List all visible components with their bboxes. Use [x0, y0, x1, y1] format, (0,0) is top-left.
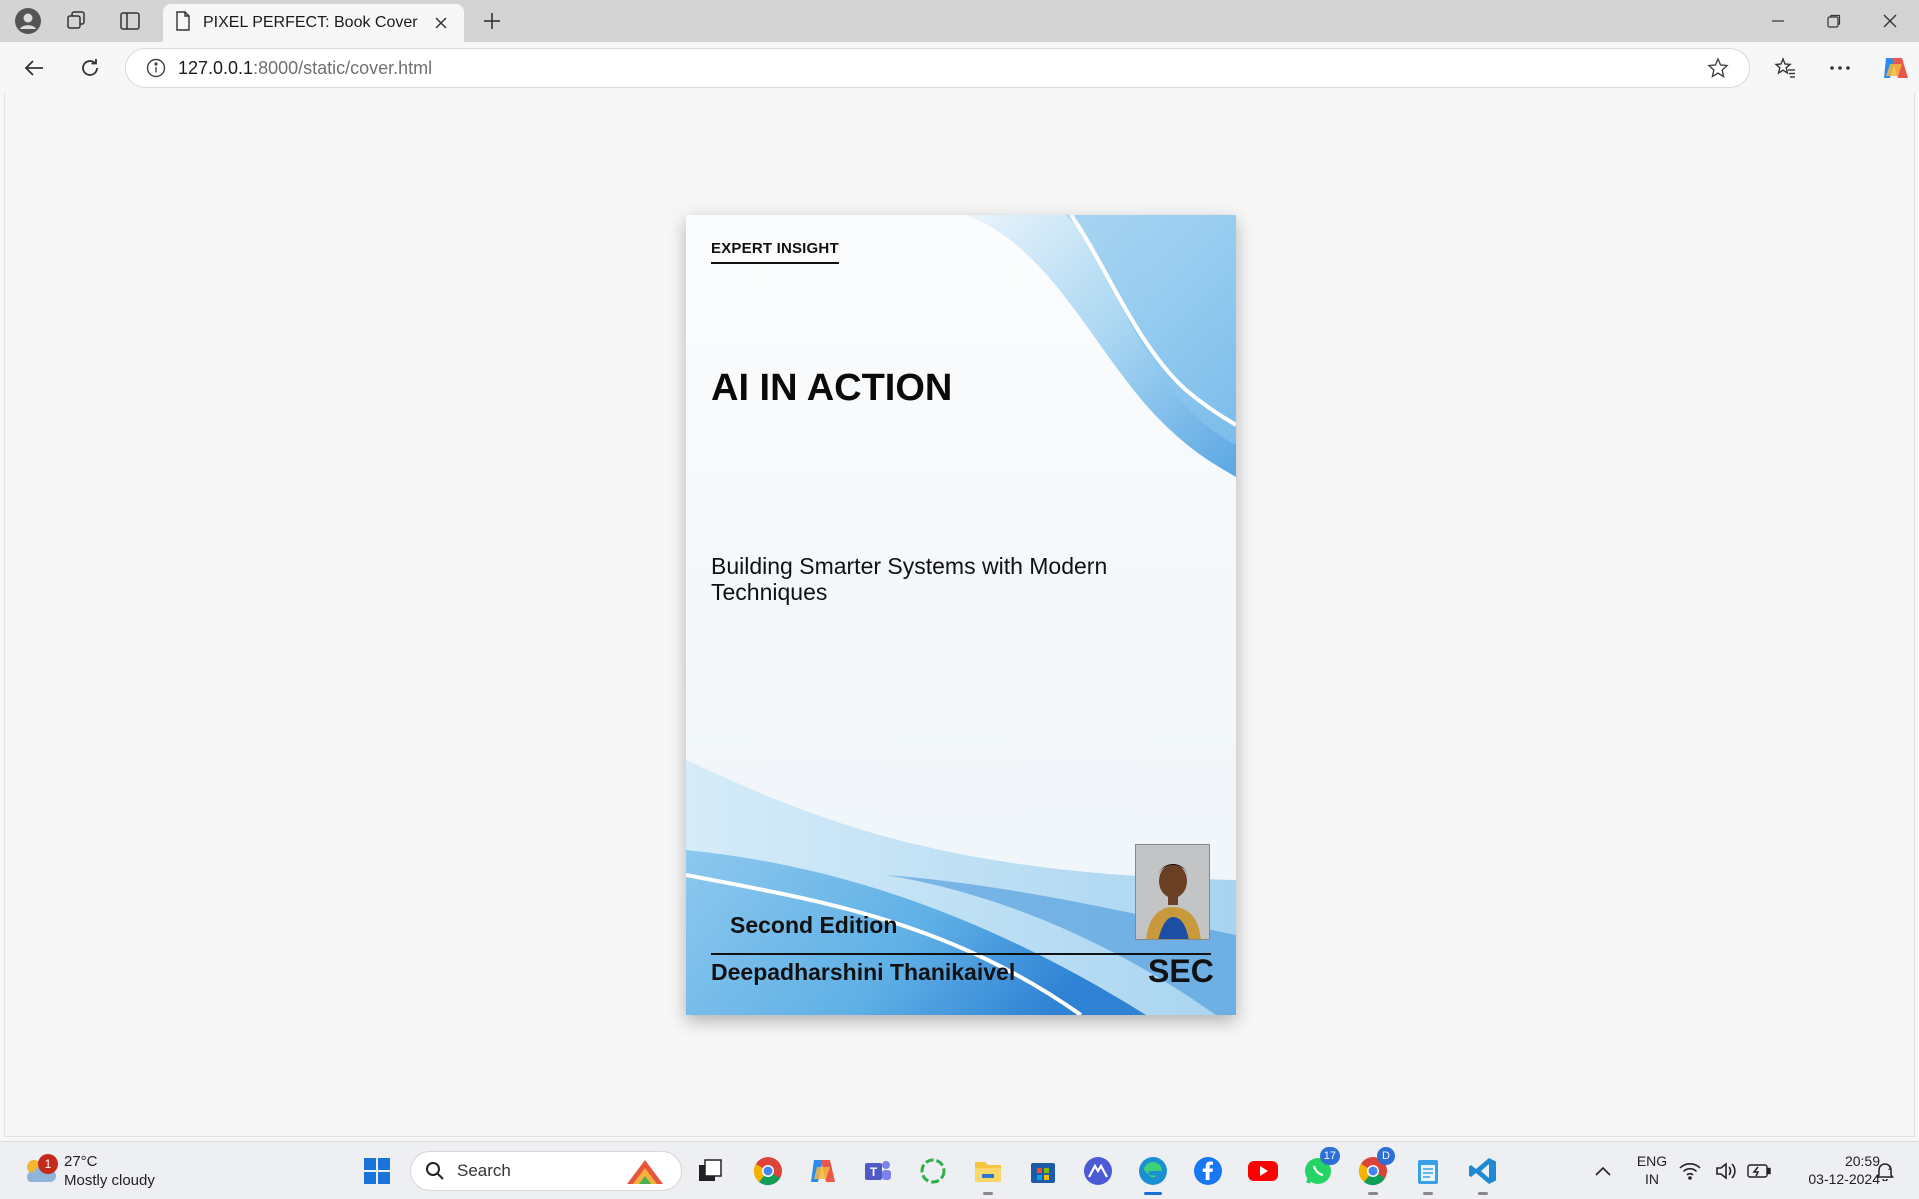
svg-text:T: T — [870, 1165, 878, 1179]
tab-title: PIXEL PERFECT: Book Cover — [203, 14, 418, 31]
svg-text:z: z — [1888, 1165, 1892, 1172]
volume-icon[interactable] — [1713, 1151, 1739, 1191]
tab-active[interactable]: PIXEL PERFECT: Book Cover — [163, 4, 464, 42]
author-name: Deepadharshini Thanikaivel — [711, 959, 1016, 985]
weather-temp: 27°C — [64, 1153, 98, 1170]
weather-badge: 1 — [38, 1154, 58, 1174]
show-hidden-icons-chevron-up-icon[interactable] — [1583, 1151, 1623, 1191]
teams-icon[interactable]: T — [858, 1151, 898, 1191]
series-label: EXPERT INSIGHT — [711, 240, 839, 264]
whatsapp-icon[interactable]: 17 — [1298, 1147, 1340, 1191]
edge-icon[interactable] — [1133, 1151, 1173, 1195]
clock-date: 03-12-2024 — [1808, 1171, 1880, 1187]
url-path: :8000/static/cover.html — [253, 57, 433, 78]
profile-icon[interactable] — [8, 6, 48, 36]
battery-icon[interactable] — [1745, 1151, 1773, 1191]
tab-bar: PIXEL PERFECT: Book Cover — [0, 0, 1919, 42]
more-menu-icon[interactable] — [1822, 50, 1858, 86]
taskbar: 1 27°C Mostly cloudy Search T 17 D ENG I… — [0, 1141, 1919, 1199]
running-indicator — [1478, 1192, 1488, 1195]
copilot-icon[interactable] — [1876, 50, 1912, 86]
author-photo — [1135, 844, 1210, 940]
favorite-star-icon[interactable] — [1707, 57, 1729, 79]
vscode-icon[interactable] — [1463, 1151, 1503, 1195]
clock[interactable]: 20:59 03-12-2024 — [1780, 1152, 1880, 1188]
file-explorer-icon[interactable] — [968, 1151, 1008, 1195]
facebook-icon[interactable] — [1188, 1151, 1228, 1191]
close-window-icon[interactable] — [1862, 0, 1918, 42]
edition-label: Second Edition — [730, 912, 898, 938]
new-tab-icon[interactable] — [472, 6, 512, 36]
close-tab-icon[interactable] — [430, 12, 452, 34]
store-icon[interactable] — [1023, 1151, 1063, 1191]
chrome-profile-badge: D — [1377, 1147, 1395, 1165]
back-icon[interactable] — [16, 50, 52, 86]
url-host: 127.0.0.1 — [178, 57, 254, 78]
taskbar-search[interactable]: Search — [410, 1151, 682, 1191]
search-icon — [425, 1161, 445, 1181]
book-title: AI IN ACTION — [711, 367, 953, 409]
cloud-sun-icon: 1 — [22, 1154, 58, 1186]
address-bar[interactable]: 127.0.0.1:8000/static/cover.html — [125, 48, 1750, 88]
cover-divider — [711, 953, 1211, 955]
active-indicator — [1144, 1192, 1162, 1195]
workspaces-icon[interactable] — [56, 6, 96, 36]
start-icon[interactable] — [357, 1151, 397, 1191]
mountain-app-icon[interactable] — [1078, 1151, 1118, 1191]
clock-time: 20:59 — [1844, 1153, 1880, 1169]
whatsapp-badge: 17 — [1319, 1147, 1340, 1165]
weather-condition: Mostly cloudy — [64, 1172, 155, 1189]
refresh-app-icon[interactable] — [913, 1151, 953, 1191]
refresh-icon[interactable] — [72, 50, 108, 86]
chrome-profile-icon[interactable]: D — [1353, 1147, 1395, 1195]
url-text: 127.0.0.1:8000/static/cover.html — [178, 58, 432, 79]
page-icon — [175, 10, 191, 36]
favorites-icon[interactable] — [1767, 50, 1803, 86]
book-subtitle: Building Smarter Systems with Modern Tec… — [711, 553, 1108, 605]
toolbar: 127.0.0.1:8000/static/cover.html — [0, 42, 1919, 92]
language-line2: IN — [1645, 1171, 1659, 1187]
language-line1: ENG — [1636, 1153, 1668, 1169]
minimize-icon[interactable] — [1750, 0, 1806, 42]
notifications-bell-icon[interactable]: z — [1870, 1151, 1900, 1191]
chrome-icon[interactable] — [748, 1151, 788, 1191]
notepad-icon[interactable] — [1408, 1151, 1448, 1195]
weather-widget[interactable]: 1 27°C Mostly cloudy — [22, 1150, 155, 1192]
search-placeholder: Search — [457, 1161, 511, 1180]
language-indicator[interactable]: ENG IN — [1630, 1152, 1674, 1188]
running-indicator — [1368, 1192, 1378, 1195]
vertical-tabs-icon[interactable] — [110, 6, 150, 36]
site-info-icon[interactable] — [146, 58, 166, 78]
search-highlight-icon — [623, 1156, 667, 1186]
publisher-name: SEC — [1148, 953, 1214, 989]
restore-icon[interactable] — [1806, 0, 1862, 42]
running-indicator — [1423, 1192, 1433, 1195]
book-cover: EXPERT INSIGHT AI IN ACTION Building Sma… — [686, 215, 1236, 1015]
task-view-icon[interactable] — [690, 1151, 730, 1191]
youtube-icon[interactable] — [1243, 1151, 1283, 1191]
copilot-app-icon[interactable] — [803, 1151, 843, 1191]
running-indicator — [983, 1192, 993, 1195]
wifi-icon[interactable] — [1677, 1151, 1703, 1191]
